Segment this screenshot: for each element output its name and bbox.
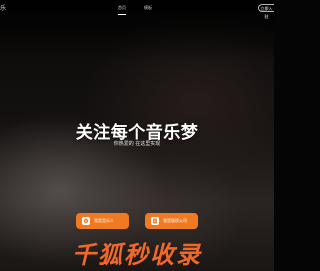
musician-icon — [82, 217, 90, 225]
nav-item-templates[interactable]: 模板 — [144, 5, 152, 15]
hero-subline: 你热爱的 在这里实现 — [113, 141, 161, 147]
musician-button-label: 我是音乐人 — [94, 218, 114, 223]
top-navigation: 首页 模板 — [118, 5, 152, 15]
nav-item-home[interactable]: 首页 — [118, 5, 126, 15]
document-icon — [151, 217, 159, 225]
brand-logo-text[interactable]: 乐 — [0, 3, 6, 12]
copyright-company-button[interactable]: 我是版权公司 — [145, 213, 198, 229]
copyright-button-label: 我是版权公司 — [163, 218, 187, 223]
join-button[interactable]: 立即入驻 — [258, 4, 274, 19]
watermark-text: 千狐秒收录 — [72, 241, 202, 269]
musician-button[interactable]: 我是音乐人 — [76, 213, 129, 229]
